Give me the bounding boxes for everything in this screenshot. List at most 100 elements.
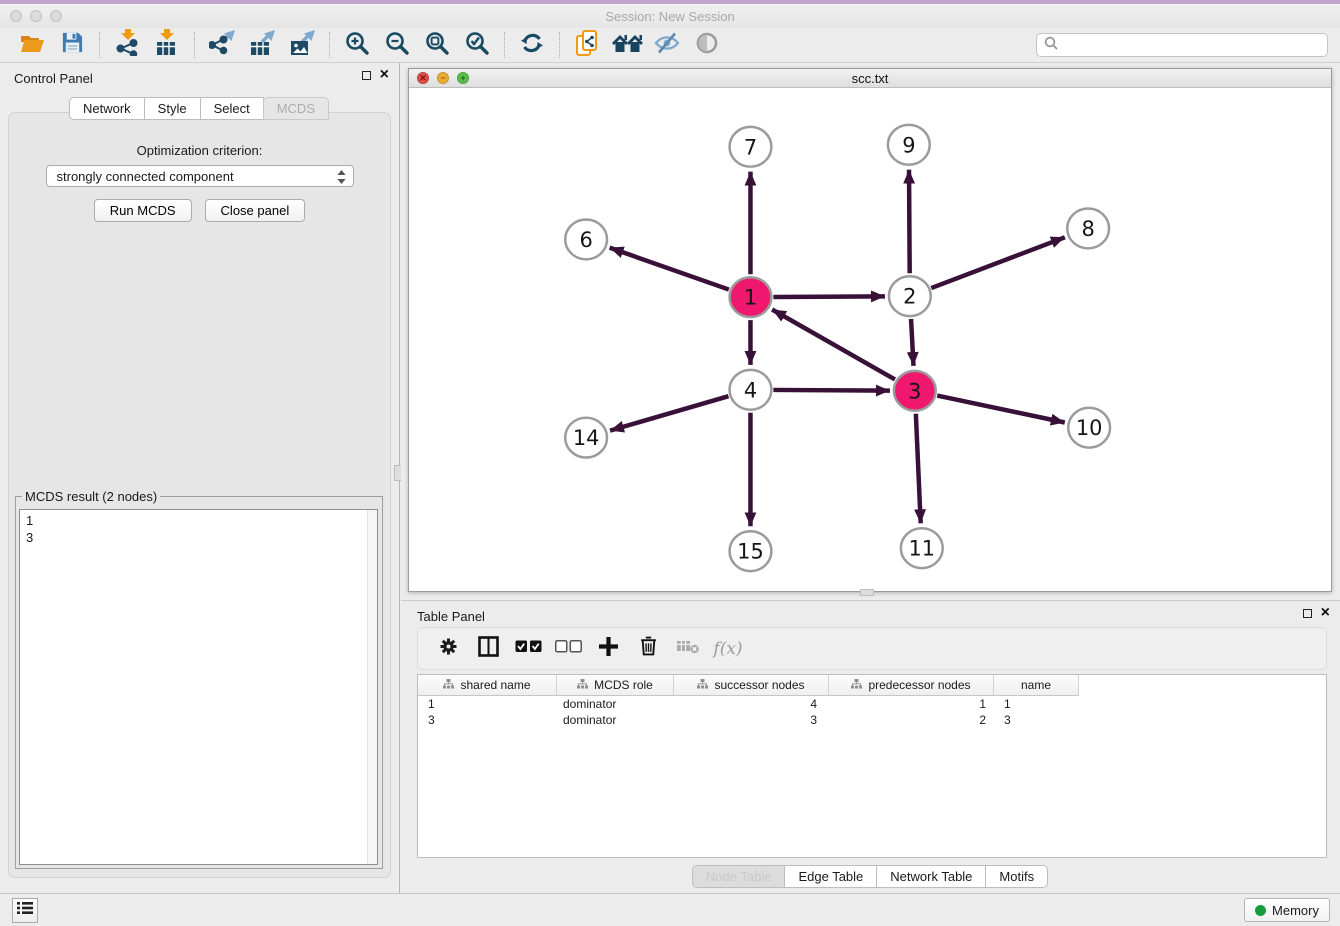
search-input[interactable] xyxy=(1063,38,1320,53)
horizontal-splitter-grip[interactable] xyxy=(860,589,874,596)
graph-edge-3-1[interactable] xyxy=(772,309,895,379)
criterion-dropdown-value: strongly connected component xyxy=(57,169,234,184)
dropdown-stepper-icon xyxy=(337,170,346,187)
graph-node-11[interactable]: 11 xyxy=(901,528,943,568)
criterion-dropdown[interactable]: strongly connected component xyxy=(46,165,354,187)
close-panel-button[interactable]: Close panel xyxy=(205,199,306,222)
graph-edge-2-3[interactable] xyxy=(911,319,913,366)
graph-edge-4-14[interactable] xyxy=(610,396,728,430)
graph-edge-1-6[interactable] xyxy=(610,248,729,290)
frame-close-button[interactable]: ✕ xyxy=(417,72,429,84)
export-image-icon xyxy=(289,29,316,61)
export-network-button[interactable] xyxy=(202,30,242,60)
tab-style[interactable]: Style xyxy=(144,97,201,120)
close-table-panel-icon[interactable]: × xyxy=(1321,608,1330,618)
clone-network-button[interactable] xyxy=(567,30,607,60)
cell-successor-nodes[interactable]: 4 xyxy=(674,697,829,711)
zoom-selected-button[interactable] xyxy=(457,30,497,60)
graph-node-6[interactable]: 6 xyxy=(565,219,607,259)
unselect-all-button[interactable] xyxy=(550,634,586,664)
zoom-out-button[interactable] xyxy=(377,30,417,60)
delete-column-button[interactable] xyxy=(630,634,666,664)
home-button[interactable] xyxy=(607,30,647,60)
table-settings-button[interactable] xyxy=(430,634,466,664)
network-window-titlebar[interactable]: ✕ − + scc.txt xyxy=(409,69,1331,88)
graph-node-3[interactable]: 3 xyxy=(894,371,936,411)
float-panel-icon[interactable] xyxy=(362,71,371,80)
export-image-button[interactable] xyxy=(282,30,322,60)
graph-edge-1-2[interactable] xyxy=(773,296,885,297)
node-table[interactable]: shared name MCDS role successor nodes pr… xyxy=(417,674,1327,858)
cell-predecessor-nodes[interactable]: 2 xyxy=(829,713,994,727)
table-panel-header: Table Panel × xyxy=(401,601,1340,629)
select-all-button[interactable] xyxy=(510,634,546,664)
table-row[interactable]: 3 dominator 3 2 3 xyxy=(418,712,1326,728)
float-table-panel-icon[interactable] xyxy=(1303,609,1312,618)
graph-edge-3-11[interactable] xyxy=(916,414,921,524)
zoom-out-icon xyxy=(384,30,410,61)
graph-edge-2-8[interactable] xyxy=(931,237,1065,288)
right-side: ✕ − + scc.txt 7968124314101511 Table Pan… xyxy=(401,63,1340,893)
cell-name[interactable]: 1 xyxy=(994,697,1079,711)
save-session-button[interactable] xyxy=(52,30,92,60)
cell-mcds-role[interactable]: dominator xyxy=(557,697,674,711)
graph-node-15[interactable]: 15 xyxy=(730,531,772,571)
fx-icon: f(x) xyxy=(713,639,742,659)
destroy-table-button[interactable] xyxy=(670,634,706,664)
tab-node-table[interactable]: Node Table xyxy=(692,865,786,888)
export-table-button[interactable] xyxy=(242,30,282,60)
column-header-shared-name[interactable]: shared name xyxy=(418,675,557,696)
column-header-name[interactable]: name xyxy=(994,675,1079,696)
cell-successor-nodes[interactable]: 3 xyxy=(674,713,829,727)
frame-maximize-button[interactable]: + xyxy=(457,72,469,84)
task-history-button[interactable] xyxy=(12,898,38,923)
cell-mcds-role[interactable]: dominator xyxy=(557,713,674,727)
graph-edge-4-3[interactable] xyxy=(773,390,890,391)
import-network-button[interactable] xyxy=(107,30,147,60)
add-column-button[interactable] xyxy=(590,634,626,664)
tab-edge-table[interactable]: Edge Table xyxy=(784,865,877,888)
memory-button[interactable]: Memory xyxy=(1244,898,1330,922)
mcds-result-area: 1 3 xyxy=(19,509,378,865)
column-header-successor-nodes[interactable]: successor nodes xyxy=(674,675,829,696)
open-session-button[interactable] xyxy=(12,30,52,60)
column-header-predecessor-nodes[interactable]: predecessor nodes xyxy=(829,675,994,696)
tab-motifs[interactable]: Motifs xyxy=(985,865,1048,888)
tab-network[interactable]: Network xyxy=(69,97,145,120)
graph-node-7[interactable]: 7 xyxy=(730,127,772,167)
run-mcds-button[interactable]: Run MCDS xyxy=(94,199,192,222)
table-row[interactable]: 1 dominator 4 1 1 xyxy=(418,696,1326,712)
eye-icon xyxy=(695,31,719,60)
frame-minimize-button[interactable]: − xyxy=(437,72,449,84)
cell-predecessor-nodes[interactable]: 1 xyxy=(829,697,994,711)
toolbar-separator xyxy=(504,32,505,58)
apply-layout-button[interactable] xyxy=(512,30,552,60)
tab-select[interactable]: Select xyxy=(200,97,264,120)
graph-node-14[interactable]: 14 xyxy=(565,418,607,458)
close-panel-icon[interactable]: × xyxy=(380,70,389,80)
tab-network-table[interactable]: Network Table xyxy=(876,865,986,888)
graph-node-10[interactable]: 10 xyxy=(1068,408,1110,448)
graph-node-2[interactable]: 2 xyxy=(889,276,931,316)
graph-node-8[interactable]: 8 xyxy=(1067,209,1109,249)
cell-shared-name[interactable]: 3 xyxy=(418,713,557,727)
network-graph[interactable]: 7 9 6 8 1 2 4 3 14 10 15 11 xyxy=(409,88,1331,591)
graph-node-9[interactable]: 9 xyxy=(888,125,930,165)
tab-mcds[interactable]: MCDS xyxy=(263,97,329,120)
graph-node-1[interactable]: 1 xyxy=(730,277,772,317)
zoom-in-button[interactable] xyxy=(337,30,377,60)
network-canvas[interactable]: 7 9 6 8 1 2 4 3 14 10 15 11 xyxy=(409,88,1331,591)
column-header-mcds-role[interactable]: MCDS role xyxy=(557,675,674,696)
function-builder-button[interactable]: f(x) xyxy=(710,634,746,664)
show-graphics-details-button[interactable] xyxy=(687,30,727,60)
toggle-columns-button[interactable] xyxy=(470,634,506,664)
graph-node-4[interactable]: 4 xyxy=(730,370,772,410)
cell-shared-name[interactable]: 1 xyxy=(418,697,557,711)
zoom-fit-button[interactable] xyxy=(417,30,457,60)
result-scrollbar[interactable] xyxy=(367,510,377,864)
import-table-button[interactable] xyxy=(147,30,187,60)
hide-graphics-details-button[interactable] xyxy=(647,30,687,60)
graph-edge-3-10[interactable] xyxy=(937,396,1065,423)
graph-edge-2-9[interactable] xyxy=(909,170,910,274)
cell-name[interactable]: 3 xyxy=(994,713,1079,727)
